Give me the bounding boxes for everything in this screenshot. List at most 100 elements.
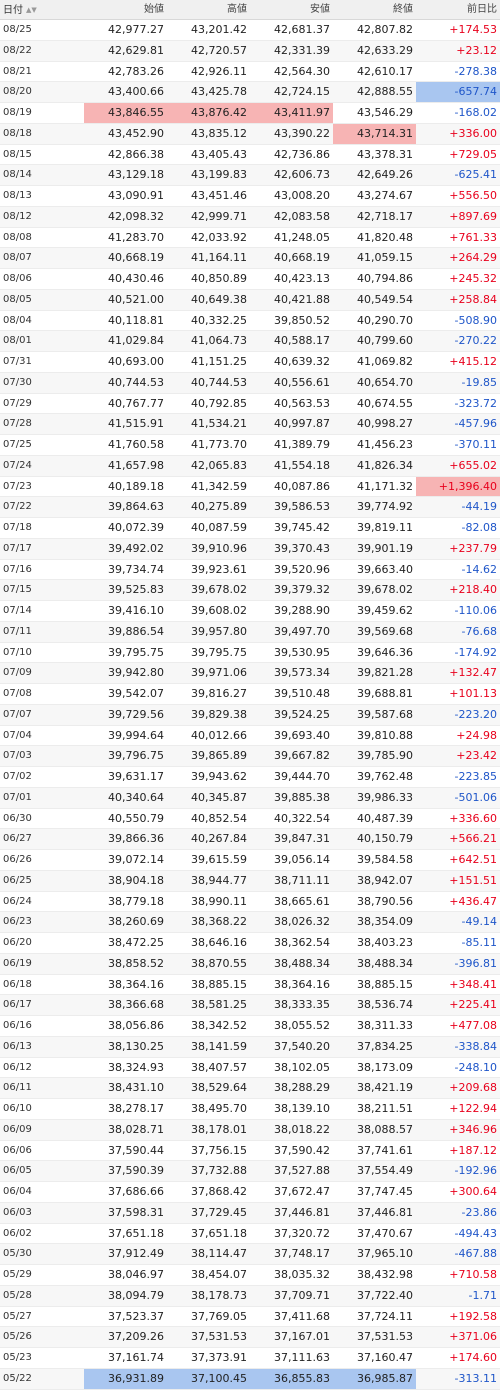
- cell-date: 06/17: [3, 999, 32, 1011]
- cell-high: 40,649.38: [191, 292, 247, 306]
- cell-high: 38,114.47: [191, 1247, 247, 1261]
- cell-date: 06/12: [3, 1061, 32, 1073]
- cell-high: 39,678.02: [191, 583, 247, 597]
- cell-change: -370.11: [454, 438, 497, 451]
- table-row: 08/13 43,090.91 43,451.46 43,008.20 43,274.6…: [0, 186, 500, 207]
- cell-date: 05/30: [3, 1248, 32, 1260]
- cell-open: 41,657.98: [108, 458, 164, 472]
- cell-date: 06/26: [3, 854, 32, 865]
- table-row: 06/20 38,472.25 38,646.16 38,362.54 38,403.2…: [0, 933, 500, 954]
- cell-close: 37,722.40: [357, 1288, 413, 1302]
- cell-open: 43,452.90: [108, 126, 164, 140]
- cell-high: 37,651.18: [191, 1226, 247, 1240]
- cell-high: 39,816.27: [191, 687, 247, 700]
- cell-date: 07/15: [3, 584, 32, 596]
- cell-low: 39,847.31: [274, 832, 330, 846]
- cell-date: 07/11: [3, 625, 32, 637]
- cell-open: 39,866.36: [108, 832, 164, 846]
- cell-low: 41,554.18: [274, 458, 330, 472]
- cell-close: 40,794.86: [357, 272, 413, 285]
- cell-close: 39,810.88: [357, 728, 413, 742]
- cell-low: 43,390.22: [274, 126, 330, 140]
- cell-low: 39,444.70: [274, 770, 330, 783]
- cell-date: 06/27: [3, 833, 32, 845]
- cell-low: 39,745.42: [274, 521, 330, 534]
- cell-date: 08/15: [3, 148, 32, 160]
- table-row: 05/27 37,523.37 37,769.05 37,411.68 37,724.1…: [0, 1307, 500, 1328]
- table-row: 06/18 38,364.16 38,885.15 38,364.16 38,885.1…: [0, 975, 500, 996]
- cell-high: 38,944.77: [191, 873, 247, 887]
- table-row: 07/22 39,864.63 40,275.89 39,586.53 39,774.9…: [0, 497, 500, 518]
- cell-close: 40,998.27: [357, 417, 413, 431]
- cell-open: 42,098.32: [108, 209, 164, 223]
- cell-low: 38,055.52: [274, 1019, 330, 1032]
- header-open: 始値: [144, 4, 164, 15]
- cell-date: 07/18: [3, 522, 32, 533]
- cell-close: 37,724.11: [357, 1309, 413, 1323]
- cell-change: +300.64: [449, 1185, 497, 1198]
- cell-low: 39,520.96: [274, 562, 330, 576]
- cell-change: -192.96: [454, 1164, 497, 1178]
- cell-high: 39,865.89: [191, 749, 247, 763]
- cell-change: +122.94: [449, 1102, 497, 1115]
- cell-open: 43,090.91: [108, 189, 164, 202]
- cell-close: 39,569.68: [357, 624, 413, 638]
- cell-close: 37,554.49: [357, 1164, 413, 1178]
- cell-close: 38,211.51: [357, 1102, 413, 1115]
- cell-date: 05/29: [3, 1269, 32, 1280]
- cell-date: 07/30: [3, 376, 32, 388]
- cell-low: 42,606.73: [274, 168, 330, 182]
- cell-low: 40,087.86: [274, 479, 330, 493]
- cell-change: -467.88: [454, 1247, 497, 1261]
- cell-high: 40,275.89: [191, 500, 247, 514]
- cell-high: 38,870.55: [191, 956, 247, 970]
- cell-low: 39,573.34: [274, 666, 330, 680]
- cell-close: 38,885.15: [357, 977, 413, 991]
- cell-high: 39,608.02: [191, 604, 247, 617]
- cell-open: 39,072.14: [108, 853, 164, 866]
- cell-date: 08/18: [3, 127, 32, 139]
- cell-low: 40,588.17: [274, 334, 330, 348]
- cell-low: 38,102.05: [274, 1060, 330, 1074]
- cell-close: 42,718.17: [357, 209, 413, 223]
- cell-low: 39,850.52: [274, 313, 330, 327]
- cell-change: +151.51: [449, 873, 497, 887]
- cell-change: +1,396.40: [416, 476, 500, 497]
- sort-arrows-icon[interactable]: ▲▼: [26, 0, 37, 20]
- cell-high: 43,425.78: [191, 85, 247, 99]
- header-date[interactable]: 日付 ▲▼: [0, 0, 84, 19]
- cell-low: 40,556.61: [274, 375, 330, 389]
- cell-low: 37,748.17: [274, 1247, 330, 1261]
- cell-low: 37,411.68: [274, 1309, 330, 1323]
- cell-open: 40,521.00: [108, 292, 164, 306]
- cell-high: 43,199.83: [191, 168, 247, 182]
- cell-low: 37,709.71: [274, 1288, 330, 1302]
- table-row: 07/09 39,942.80 39,971.06 39,573.34 39,821.2…: [0, 663, 500, 684]
- cell-high: 38,885.15: [191, 977, 247, 991]
- cell-close: 39,821.28: [357, 666, 413, 680]
- cell-change: -223.20: [454, 707, 497, 721]
- cell-low: 38,018.22: [274, 1122, 330, 1136]
- cell-open: 42,977.27: [108, 23, 164, 36]
- cell-low: 40,639.32: [274, 355, 330, 368]
- cell-change: +348.41: [449, 977, 497, 991]
- cell-date: 07/01: [3, 791, 32, 803]
- cell-date: 07/09: [3, 667, 32, 679]
- cell-high: 43,201.42: [191, 23, 247, 36]
- cell-date: 07/31: [3, 356, 32, 367]
- table-row: 08/01 41,029.84 41,064.73 40,588.17 40,799.6…: [0, 331, 500, 352]
- cell-change: -168.02: [454, 106, 497, 119]
- cell-change: -85.11: [461, 936, 497, 949]
- cell-low: 38,288.29: [274, 1081, 330, 1095]
- cell-low: 41,389.79: [274, 438, 330, 451]
- cell-date: 07/23: [3, 480, 32, 492]
- cell-high: 42,033.92: [191, 230, 247, 244]
- table-row: 07/15 39,525.83 39,678.02 39,379.32 39,678.0…: [0, 580, 500, 601]
- cell-open: 42,866.38: [108, 147, 164, 161]
- cell-date: 07/25: [3, 439, 32, 450]
- cell-high: 38,368.22: [191, 915, 247, 929]
- table-row: 06/09 38,028.71 38,178.01 38,018.22 38,088.5…: [0, 1119, 500, 1141]
- cell-open: 39,492.02: [108, 541, 164, 555]
- cell-high: 40,744.53: [191, 375, 247, 389]
- cell-open: 39,795.75: [108, 645, 164, 659]
